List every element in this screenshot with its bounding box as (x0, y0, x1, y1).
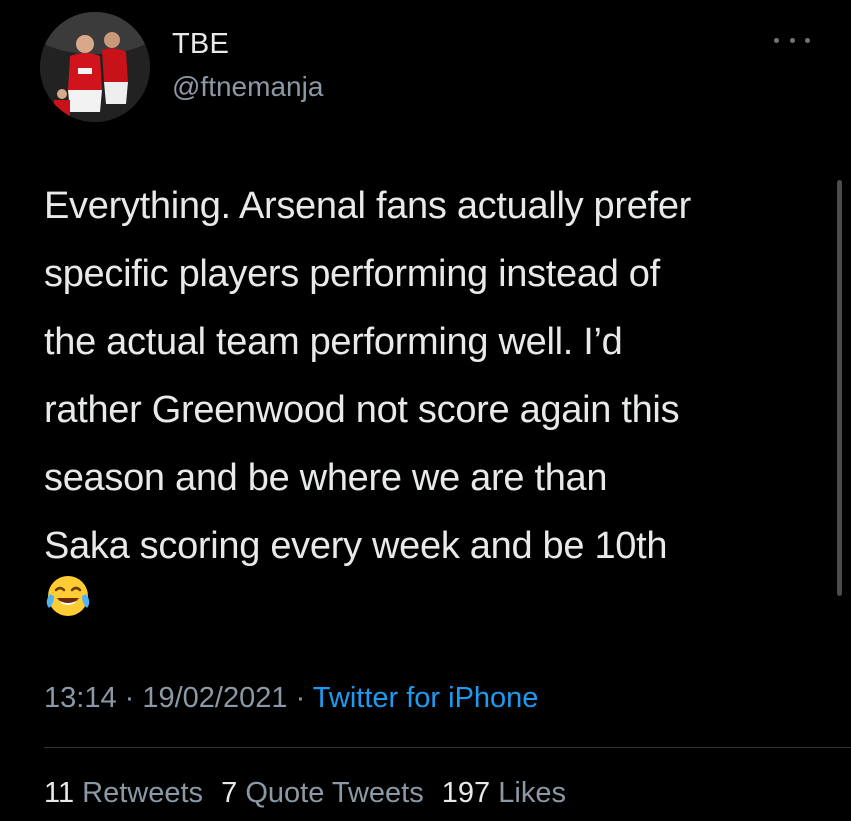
avatar[interactable] (40, 12, 150, 122)
tweet-meta: 13:14 · 19/02/2021 · Twitter for iPhone (44, 682, 538, 715)
more-horizontal-icon[interactable] (774, 30, 810, 50)
retweets-stat[interactable]: 11 Retweets (44, 777, 203, 809)
tweet-detail: TBE @ftnemanja Everything. Arsenal fans … (0, 0, 851, 821)
likes-count: 197 (441, 777, 491, 809)
profile-photo-icon (40, 12, 150, 122)
retweets-count: 11 (44, 777, 75, 809)
tweet-text-line: season and be where we are than (44, 457, 608, 499)
separator: · (116, 682, 143, 714)
retweets-label: Retweets (82, 777, 204, 809)
tweet-text-line: specific players performing instead of (44, 253, 660, 295)
user-handle[interactable]: @ftnemanja (172, 71, 323, 103)
scrollbar[interactable] (837, 180, 842, 596)
tweet-text-line: the actual team performing well. I’d (44, 321, 623, 363)
tweet-stats: 11 Retweets 7 Quote Tweets 197 Likes (44, 777, 576, 810)
separator: · (287, 682, 313, 714)
quote-tweets-stat[interactable]: 7 Quote Tweets (221, 777, 424, 809)
divider (44, 747, 851, 748)
face-with-tears-of-joy-icon (44, 572, 92, 620)
tweet-time[interactable]: 13:14 (44, 682, 117, 714)
dot (774, 37, 779, 43)
dot (789, 37, 795, 43)
likes-stat[interactable]: 197 Likes (442, 777, 566, 809)
tweet-text-line: Saka scoring every week and be 10th (44, 525, 668, 567)
tweet-date[interactable]: 19/02/2021 (142, 682, 287, 714)
likes-label: Likes (498, 777, 566, 809)
tweet-source-link[interactable]: Twitter for iPhone (313, 682, 539, 714)
quote-tweets-label: Quote Tweets (245, 777, 424, 809)
tweet-text-line: rather Greenwood not score again this (44, 389, 680, 431)
display-name[interactable]: TBE (172, 28, 229, 61)
quote-tweets-count: 7 (221, 777, 238, 809)
tweet-text-line: Everything. Arsenal fans actually prefer (44, 185, 692, 227)
tweet-text: Everything. Arsenal fans actually prefer… (44, 172, 834, 580)
dot (805, 37, 810, 43)
